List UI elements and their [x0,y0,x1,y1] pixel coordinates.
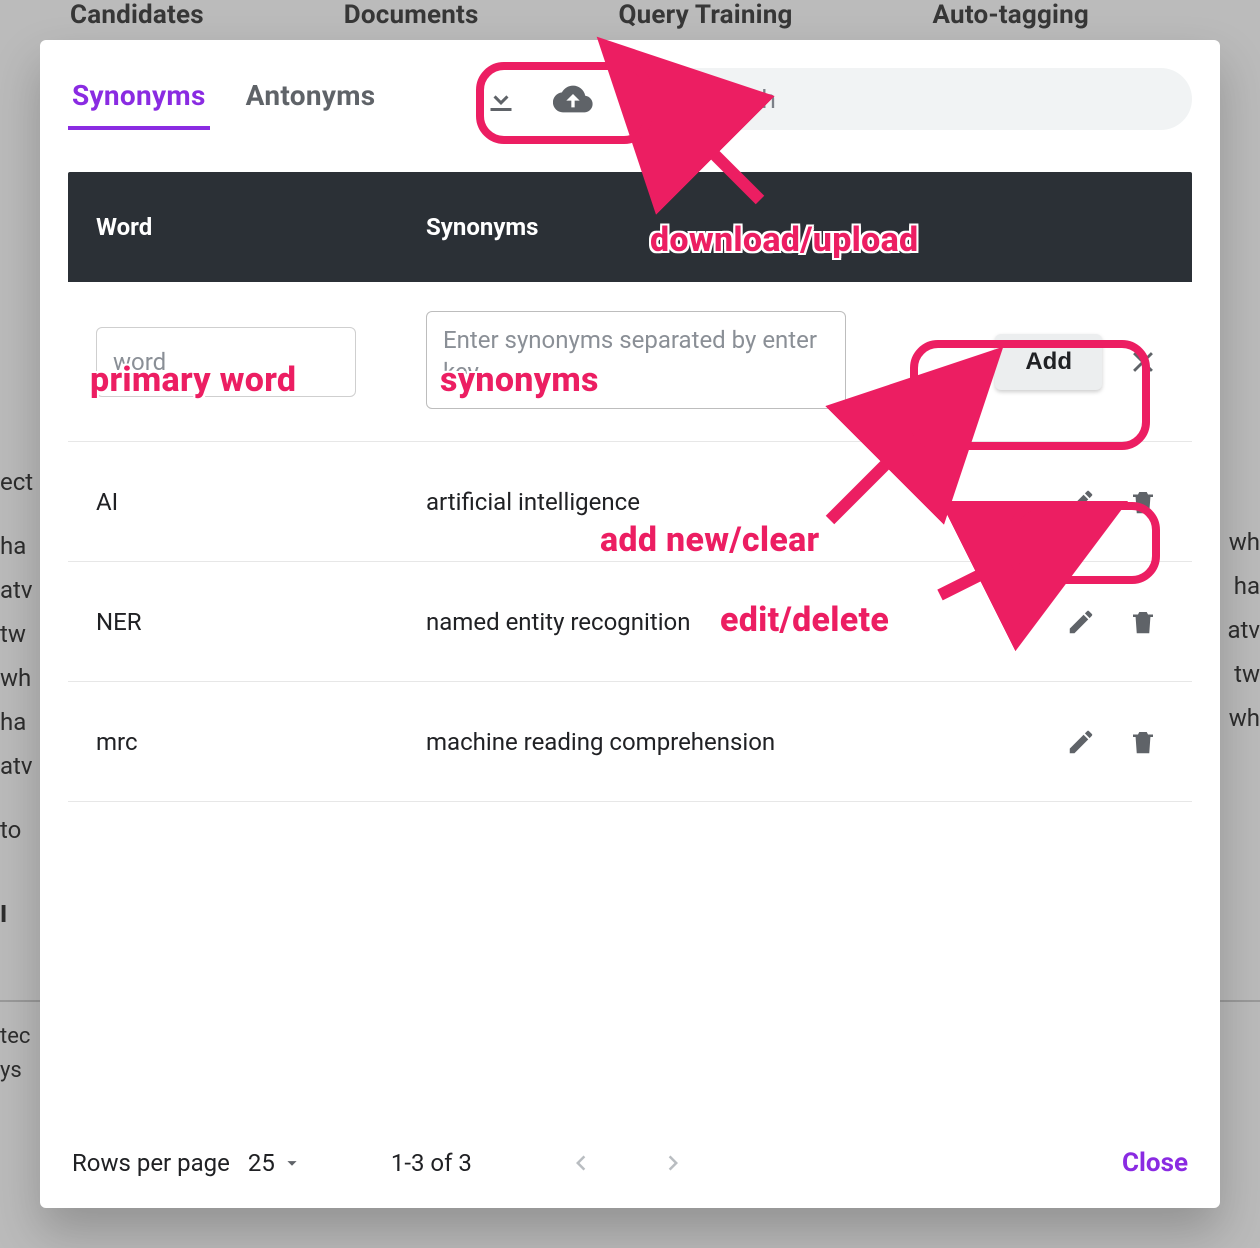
table-row: AI artificial intelligence [68,442,1192,562]
word-cell: AI [96,488,426,516]
edit-button[interactable] [1060,601,1102,643]
pencil-icon [1066,727,1096,757]
delete-button[interactable] [1122,481,1164,523]
delete-button[interactable] [1122,601,1164,643]
synonyms-cell: machine reading comprehension [426,728,944,756]
synonyms-cell: named entity recognition [426,608,944,636]
col-word: Word [96,213,426,241]
search-icon [647,82,677,116]
col-synonyms: Synonyms [426,213,944,241]
pencil-icon [1066,607,1096,637]
close-icon [1126,345,1160,379]
tab-synonyms[interactable]: Synonyms [68,69,210,130]
upload-button[interactable] [551,77,595,121]
close-button[interactable]: Close [1122,1148,1188,1178]
tab-antonyms[interactable]: Antonyms [242,69,380,130]
page-range: 1-3 of 3 [391,1149,472,1177]
search-input[interactable] [693,84,1168,115]
trash-icon [1128,607,1158,637]
clear-button[interactable] [1122,341,1164,383]
download-icon [483,81,519,117]
add-button[interactable]: Add [995,334,1102,390]
table-row: NER named entity recognition [68,562,1192,682]
primary-word-input[interactable] [96,327,356,397]
synonyms-input[interactable] [426,311,846,409]
edit-button[interactable] [1060,481,1102,523]
trash-icon [1128,727,1158,757]
pager [560,1142,694,1184]
rows-per-page-label: Rows per page [72,1149,230,1177]
next-page-button[interactable] [652,1142,694,1184]
table-header: Word Synonyms [68,172,1192,282]
dialog-toolbar: Synonyms Antonyms [68,68,1192,130]
table-footer: Rows per page 25 1-3 of 3 Close [68,1122,1192,1188]
table-row: mrc machine reading comprehension [68,682,1192,802]
synonyms-cell: artificial intelligence [426,488,944,516]
rows-per-page-value: 25 [248,1149,275,1177]
edit-button[interactable] [1060,721,1102,763]
search-field[interactable] [623,68,1192,130]
rows-per-page-select[interactable]: 25 [248,1149,303,1177]
trash-icon [1128,487,1158,517]
chevron-right-icon [658,1148,688,1178]
dialog-tabs: Synonyms Antonyms [68,69,379,130]
word-cell: NER [96,608,426,636]
chevron-left-icon [566,1148,596,1178]
new-entry-row: Add [68,282,1192,442]
chevron-down-icon [281,1152,303,1174]
synonyms-table: Word Synonyms Add AI artificial intellig… [68,172,1192,1188]
prev-page-button[interactable] [560,1142,602,1184]
word-cell: mrc [96,728,426,756]
pencil-icon [1066,487,1096,517]
io-button-group [479,77,595,121]
cloud-upload-icon [553,79,593,119]
synonyms-dialog: Synonyms Antonyms Word Synonyms [40,40,1220,1208]
delete-button[interactable] [1122,721,1164,763]
download-button[interactable] [479,77,523,121]
